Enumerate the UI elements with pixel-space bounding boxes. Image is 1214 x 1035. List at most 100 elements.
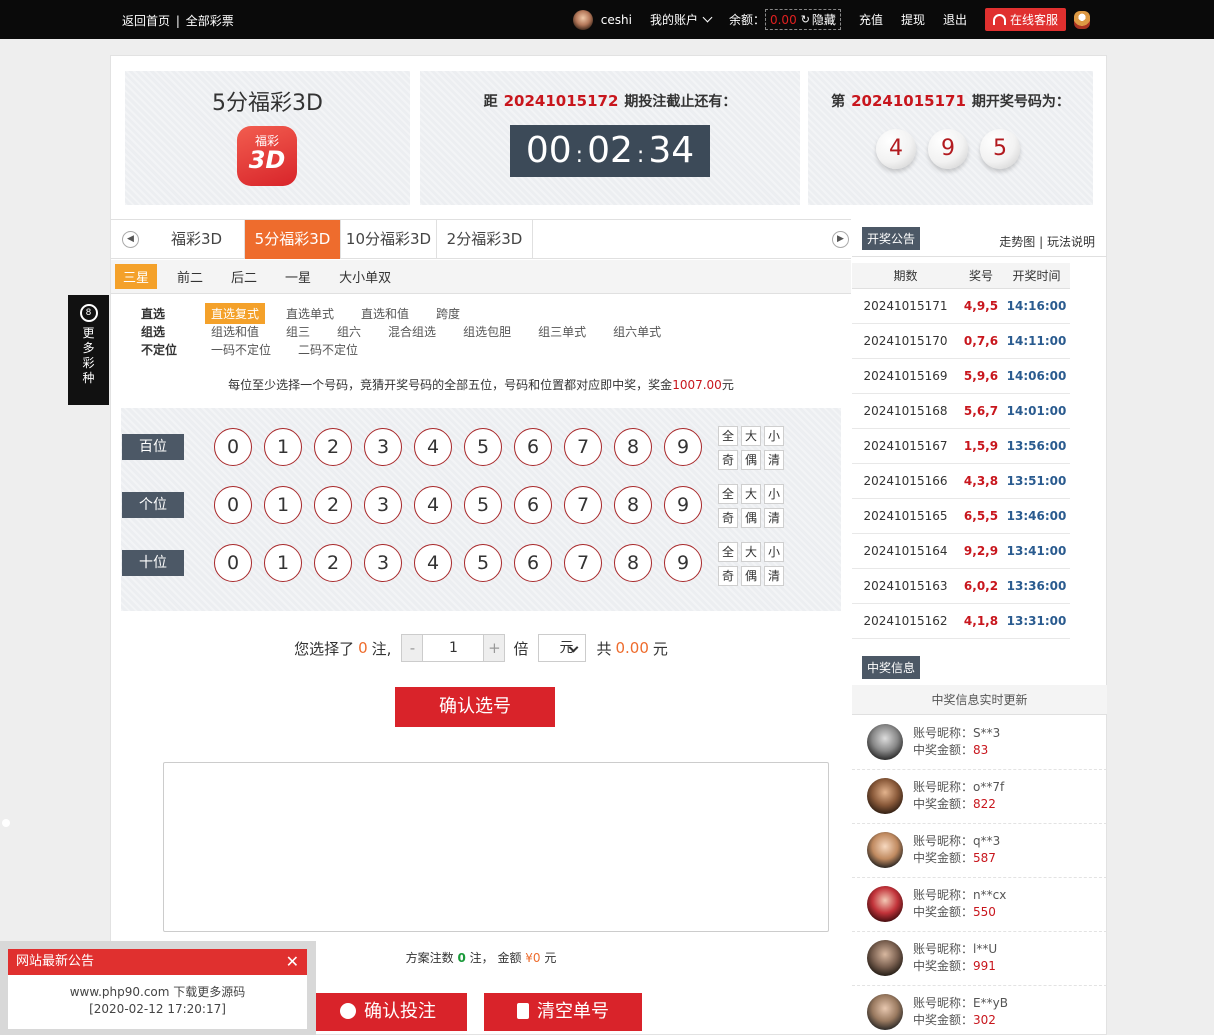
bet-line: 您选择了 0 注, - 1 + 倍 元 共 0.00 元 [111,634,851,662]
bet-list-area[interactable] [163,762,829,932]
mode-option[interactable]: 跨度 [436,305,460,322]
tab-fucai3d[interactable]: 福彩3D [149,220,245,259]
avatar [572,9,593,30]
mode-option[interactable]: 组六 [337,323,361,340]
confirm-select-button[interactable]: 确认选号 [395,687,555,727]
digit-ball[interactable]: 4 [414,486,452,524]
quick-all-button[interactable]: 全 [718,542,738,562]
all-lottery-link[interactable]: 全部彩票 [186,14,234,28]
digit-ball[interactable]: 1 [264,428,302,466]
digit-ball[interactable]: 1 [264,544,302,582]
tab-prev-button[interactable]: ◀ [122,231,139,248]
close-icon[interactable]: ✕ [286,949,299,975]
rules-link[interactable]: 玩法说明 [1047,235,1095,249]
recharge-link[interactable]: 充值 [859,11,883,28]
tab-5min-fucai3d[interactable]: 5分福彩3D [245,220,341,259]
digit-ball[interactable]: 4 [414,544,452,582]
digit-ball[interactable]: 8 [614,486,652,524]
subtab-daxiao[interactable]: 大小单双 [331,264,399,289]
digit-ball[interactable]: 2 [314,486,352,524]
table-row: 20241015167 1,5,9 13:56:00 [852,429,1070,464]
clear-bets-button[interactable]: 清空单号 [484,993,642,1031]
quick-odd-button[interactable]: 奇 [718,566,738,586]
number-picker: 百位 0123456789 全大小奇偶清 个位 0123456789 全大小奇偶… [121,408,841,611]
mode-option[interactable]: 组选和值 [211,323,259,340]
quick-all-button[interactable]: 全 [718,484,738,504]
digit-ball[interactable]: 9 [664,544,702,582]
home-link[interactable]: 返回首页 [122,14,170,28]
quick-small-button[interactable]: 小 [764,484,784,504]
quick-small-button[interactable]: 小 [764,426,784,446]
digit-ball[interactable]: 1 [264,486,302,524]
mode-option[interactable]: 混合组选 [388,323,436,340]
digit-ball[interactable]: 9 [664,428,702,466]
notice-body[interactable]: www.php90.com 下载更多源码 [2020-02-12 17:20:1… [8,975,307,1029]
account-dropdown[interactable]: 我的账户 [650,11,713,28]
digit-ball[interactable]: 5 [464,486,502,524]
quick-small-button[interactable]: 小 [764,542,784,562]
subtab-yixing[interactable]: 一星 [277,264,319,289]
digit-ball[interactable]: 6 [514,428,552,466]
digit-ball[interactable]: 0 [214,544,252,582]
quick-clear-button[interactable]: 清 [764,566,784,586]
refresh-icon[interactable]: ↻ [801,13,810,26]
digit-list: 0123456789 [214,486,714,524]
digit-ball[interactable]: 6 [514,544,552,582]
headset-icon [992,14,1006,25]
tab-10min-fucai3d[interactable]: 10分福彩3D [341,220,437,259]
tab-2min-fucai3d[interactable]: 2分福彩3D [437,220,533,259]
multiple-minus-button[interactable]: - [401,634,424,662]
mode-option[interactable]: 组三单式 [538,323,586,340]
logout-link[interactable]: 退出 [943,11,967,28]
digit-ball[interactable]: 2 [314,544,352,582]
mode-option[interactable]: 一码不定位 [211,341,271,358]
quick-all-button[interactable]: 全 [718,426,738,446]
digit-ball[interactable]: 2 [314,428,352,466]
notice-title: 网站最新公告 ✕ [8,949,307,975]
ball-icon: 8 [79,304,98,322]
user-menu[interactable]: ceshi [572,9,632,30]
digit-ball[interactable]: 8 [614,544,652,582]
digit-ball[interactable]: 7 [564,486,602,524]
unit-select[interactable]: 元 [538,634,587,662]
trend-link[interactable]: 走势图 [999,235,1035,249]
digit-ball[interactable]: 3 [364,428,402,466]
more-lottery-float[interactable]: 8 更 多 彩 种 [68,295,109,405]
subtab-sanxing[interactable]: 三星 [115,264,158,289]
play-modes: 直选 直选复式 直选单式 直选和值 跨度 组选 组选和值 组三 组六 混合组选 … [141,302,688,358]
submit-bet-button[interactable]: 确认投注 [309,993,467,1031]
digit-ball[interactable]: 7 [564,544,602,582]
digit-ball[interactable]: 8 [614,428,652,466]
online-service-button[interactable]: 在线客服 [984,8,1066,31]
mode-option[interactable]: 组六单式 [613,323,661,340]
mode-option[interactable]: 组选包胆 [463,323,511,340]
digit-ball[interactable]: 5 [464,428,502,466]
digit-ball[interactable]: 6 [514,486,552,524]
digit-ball[interactable]: 7 [564,428,602,466]
multiple-plus-button[interactable]: + [483,634,506,662]
digit-ball[interactable]: 5 [464,544,502,582]
digit-ball[interactable]: 0 [214,486,252,524]
subtab-qianer[interactable]: 前二 [169,264,211,289]
avatar [867,832,903,868]
multiple-input[interactable]: 1 [423,634,484,662]
quick-big-button[interactable]: 大 [741,542,761,562]
quick-big-button[interactable]: 大 [741,484,761,504]
digit-ball[interactable]: 0 [214,428,252,466]
tab-next-button[interactable]: ▶ [832,231,849,248]
mode-option[interactable]: 二码不定位 [298,341,358,358]
mode-option[interactable]: 组三 [286,323,310,340]
hide-balance-button[interactable]: 隐藏 [812,11,836,28]
withdraw-link[interactable]: 提现 [901,11,925,28]
digit-ball[interactable]: 3 [364,544,402,582]
digit-ball[interactable]: 3 [364,486,402,524]
subtab-houer[interactable]: 后二 [223,264,265,289]
quick-even-button[interactable]: 偶 [741,566,761,586]
mode-option[interactable]: 直选复式 [205,302,266,324]
mode-option[interactable]: 直选单式 [286,305,334,322]
mode-option[interactable]: 直选和值 [361,305,409,322]
top-right-menu: ceshi 我的账户 余额： 0.00 ↻ 隐藏 充值 提现 退出 在线客服 [572,0,1214,39]
quick-big-button[interactable]: 大 [741,426,761,446]
digit-ball[interactable]: 9 [664,486,702,524]
digit-ball[interactable]: 4 [414,428,452,466]
